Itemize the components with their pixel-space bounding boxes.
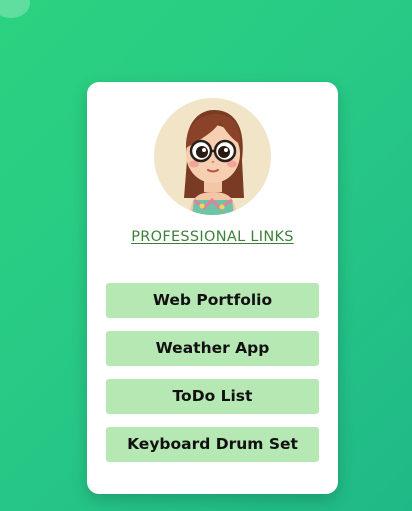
web-portfolio-button[interactable]: Web Portfolio: [106, 283, 319, 318]
cartoon-girl-avatar-icon: [184, 110, 244, 215]
keyboard-drum-set-button[interactable]: Keyboard Drum Set: [106, 427, 319, 462]
weather-app-button[interactable]: Weather App: [106, 331, 319, 366]
page-title: PROFESSIONAL LINKS: [131, 229, 294, 245]
avatar: [154, 98, 271, 215]
decorative-bubble: [0, 0, 30, 18]
profile-card: PROFESSIONAL LINKS Web Portfolio Weather…: [87, 82, 338, 494]
todo-list-button[interactable]: ToDo List: [106, 379, 319, 414]
